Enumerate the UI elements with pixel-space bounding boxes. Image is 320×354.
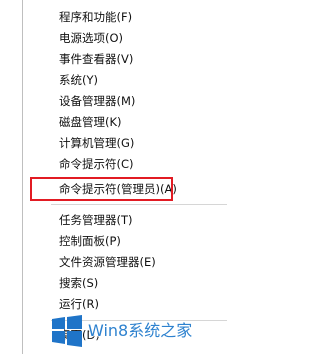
winx-context-menu: 程序和功能(F) 电源选项(O) 事件查看器(V) 系统(Y) 设备管理器(M)… xyxy=(22,0,227,354)
menu-item-event-viewer[interactable]: 事件查看器(V) xyxy=(59,50,133,68)
menu-item-command-prompt[interactable]: 命令提示符(C) xyxy=(59,155,134,173)
menu-separator xyxy=(51,204,227,205)
menu-item-system[interactable]: 系统(Y) xyxy=(59,71,98,89)
menu-item-command-prompt-admin[interactable]: 命令提示符(管理员)(A) xyxy=(59,180,177,198)
menu-item-disk-management[interactable]: 磁盘管理(K) xyxy=(59,113,122,131)
menu-item-run[interactable]: 运行(R) xyxy=(59,295,99,313)
menu-item-task-manager[interactable]: 任务管理器(T) xyxy=(59,211,133,229)
context-menu-screenshot: 程序和功能(F) 电源选项(O) 事件查看器(V) 系统(Y) 设备管理器(M)… xyxy=(0,0,227,354)
menu-item-device-manager[interactable]: 设备管理器(M) xyxy=(59,92,135,110)
menu-item-programs-and-features[interactable]: 程序和功能(F) xyxy=(59,8,132,26)
menu-item-control-panel[interactable]: 控制面板(P) xyxy=(59,232,121,250)
menu-item-file-explorer[interactable]: 文件资源管理器(E) xyxy=(59,253,156,271)
menu-item-search[interactable]: 搜索(S) xyxy=(59,274,98,292)
menu-item-power-options[interactable]: 电源选项(O) xyxy=(59,29,123,47)
menu-item-computer-management[interactable]: 计算机管理(G) xyxy=(59,134,134,152)
menu-separator xyxy=(51,320,227,321)
menu-item-desktop[interactable]: 桌面(D) xyxy=(59,326,100,344)
